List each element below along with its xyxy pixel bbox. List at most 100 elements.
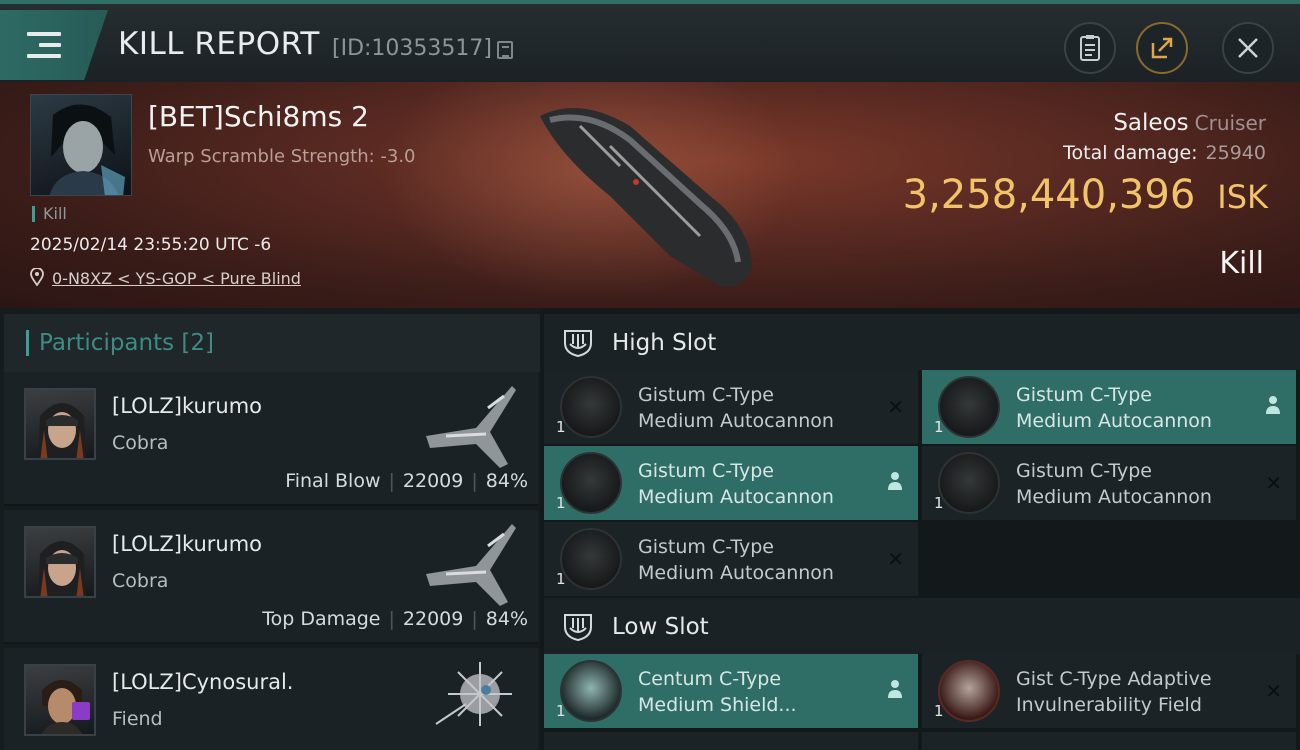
module-name-line2: Invulnerability Field xyxy=(1016,694,1202,716)
autocannon-icon xyxy=(938,376,1000,438)
module-name-line1: Gistum C-Type xyxy=(1016,384,1152,406)
isk-unit: ISK xyxy=(1217,178,1268,216)
module-name: Gistum C-Type Medium Autocannon xyxy=(1016,458,1212,510)
fitting-panel: High Slot 1 Gistum C-Type Medium Autocann… xyxy=(540,308,1300,750)
participant-name: [LOLZ]kurumo xyxy=(112,532,263,556)
close-button[interactable] xyxy=(1222,22,1274,74)
module-name-line1: Gist C-Type Adaptive xyxy=(1016,668,1212,690)
module-slot[interactable]: 1 Gistum C-Type Medium Autocannon ✕ xyxy=(544,522,918,596)
dropped-person-icon xyxy=(888,472,902,490)
destroyed-icon: ✕ xyxy=(1265,471,1282,495)
participant-role: Final Blow xyxy=(285,470,381,492)
menu-button[interactable] xyxy=(0,10,108,80)
participant-name: [LOLZ]kurumo xyxy=(112,394,263,418)
participant-damage: 22009 xyxy=(402,608,464,630)
page-title: KILL REPORT xyxy=(118,26,320,62)
participant-row[interactable]: [LOLZ]Cynosural. Fiend xyxy=(4,648,538,750)
autocannon-icon xyxy=(560,528,622,590)
participant-row[interactable]: [LOLZ]kurumo Cobra Final Blow | 22009 | 84% xyxy=(4,372,538,506)
module-name: Centum C-Type Medium Shield... xyxy=(638,666,797,718)
participant-avatar xyxy=(24,526,96,598)
module-slot[interactable]: 1 Gistum C-Type Medium Autocannon ✕ xyxy=(544,370,918,444)
participants-panel: Participants [2] [LOLZ]kurumo Cobra Fina… xyxy=(0,308,540,750)
participant-stats: Final Blow | 22009 | 84% xyxy=(285,470,528,492)
kill-tag: Kill xyxy=(32,206,67,222)
module-name-line2: Medium Autocannon xyxy=(1016,410,1212,432)
module-name: Gistum C-Type Medium Autocannon xyxy=(638,382,834,434)
isk-amount: 3,258,440,396 xyxy=(902,172,1196,218)
participant-role: Top Damage xyxy=(262,608,381,630)
kill-datetime: 2025/02/14 23:55:20 UTC -6 xyxy=(30,235,272,255)
total-damage-label: Total damage: xyxy=(1063,142,1198,164)
module-name-line1: Gistum C-Type xyxy=(638,536,774,558)
module-name: Gist C-Type Adaptive Invulnerability Fiel… xyxy=(1016,666,1212,718)
module-name-line2: Medium Shield... xyxy=(638,694,797,716)
destroyed-icon: ✕ xyxy=(1265,679,1282,703)
portrait-image xyxy=(49,104,125,195)
participants-title: Participants [2] xyxy=(26,330,214,356)
module-quantity: 1 xyxy=(934,702,944,720)
module-name-line2: Medium Autocannon xyxy=(1016,486,1212,508)
participant-avatar xyxy=(24,664,96,736)
participants-count: [2] xyxy=(181,330,215,356)
hamburger-icon xyxy=(27,32,61,58)
module-quantity: 1 xyxy=(556,494,566,512)
module-slot[interactable] xyxy=(544,732,918,750)
participant-avatar xyxy=(24,388,96,460)
copy-icon[interactable] xyxy=(497,41,513,59)
shield-module-icon xyxy=(560,660,622,722)
module-quantity: 1 xyxy=(556,570,566,588)
module-quantity: 1 xyxy=(556,418,566,436)
location-text: 0-N8XZ < YS-GOP < Pure Blind xyxy=(52,269,301,288)
clipboard-button[interactable] xyxy=(1064,22,1116,74)
module-name-line2: Medium Autocannon xyxy=(638,486,834,508)
participant-stats: Top Damage | 22009 | 84% xyxy=(262,608,528,630)
total-damage-value: 25940 xyxy=(1205,142,1266,164)
participant-ship: Cobra xyxy=(112,570,169,592)
victim-ship-image xyxy=(540,108,752,288)
module-name-line1: Gistum C-Type xyxy=(638,384,774,406)
participant-ship: Fiend xyxy=(112,708,163,730)
participant-percent: 84% xyxy=(485,470,528,492)
isk-value: 3,258,440,396 ISK xyxy=(903,172,1268,218)
ship-name: Saleos Cruiser xyxy=(1113,110,1266,136)
invulnerability-field-icon xyxy=(938,660,1000,722)
module-slot[interactable]: 1 Centum C-Type Medium Shield... xyxy=(544,654,918,728)
low-slot-icon xyxy=(564,614,592,642)
module-slot[interactable] xyxy=(922,732,1296,750)
destroyed-icon: ✕ xyxy=(887,547,904,571)
module-name: Gistum C-Type Medium Autocannon xyxy=(638,458,834,510)
module-slot[interactable]: 1 Gistum C-Type Medium Autocannon ✕ xyxy=(922,446,1296,520)
module-slot[interactable]: 1 Gistum C-Type Medium Autocannon xyxy=(922,370,1296,444)
location-pin-icon xyxy=(30,268,44,286)
total-damage: Total damage: 25940 xyxy=(1063,142,1266,164)
module-name-line1: Centum C-Type xyxy=(638,668,782,690)
victim-name: [BET]Schi8ms 2 xyxy=(148,100,369,133)
participants-label: Participants xyxy=(39,330,175,356)
high-slot-label: High Slot xyxy=(612,330,717,356)
low-slot-header: Low Slot xyxy=(544,598,1300,654)
module-slot[interactable]: 1 Gistum C-Type Medium Autocannon xyxy=(544,446,918,520)
share-icon xyxy=(1151,37,1173,59)
ship-class: Cruiser xyxy=(1194,111,1266,135)
dropped-person-icon xyxy=(888,680,902,698)
autocannon-icon xyxy=(938,452,1000,514)
victim-portrait[interactable] xyxy=(30,94,132,196)
participant-row[interactable]: [LOLZ]kurumo Cobra Top Damage | 22009 | 84% xyxy=(4,510,538,644)
participant-ship-image xyxy=(435,662,512,726)
location-link[interactable]: 0-N8XZ < YS-GOP < Pure Blind xyxy=(30,268,301,288)
participant-percent: 84% xyxy=(485,608,528,630)
module-name-line2: Medium Autocannon xyxy=(638,410,834,432)
destroyed-icon: ✕ xyxy=(887,395,904,419)
autocannon-icon xyxy=(560,376,622,438)
module-quantity: 1 xyxy=(934,418,944,436)
participants-header: Participants [2] xyxy=(4,314,540,372)
module-quantity: 1 xyxy=(556,702,566,720)
module-slot[interactable]: 1 Gist C-Type Adaptive Invulnerability Fi… xyxy=(922,654,1296,728)
clipboard-icon xyxy=(1080,35,1100,61)
module-name-line1: Gistum C-Type xyxy=(638,460,774,482)
low-slot-label: Low Slot xyxy=(612,614,709,640)
share-button[interactable] xyxy=(1136,22,1188,74)
module-name-line2: Medium Autocannon xyxy=(638,562,834,584)
module-quantity: 1 xyxy=(934,494,944,512)
